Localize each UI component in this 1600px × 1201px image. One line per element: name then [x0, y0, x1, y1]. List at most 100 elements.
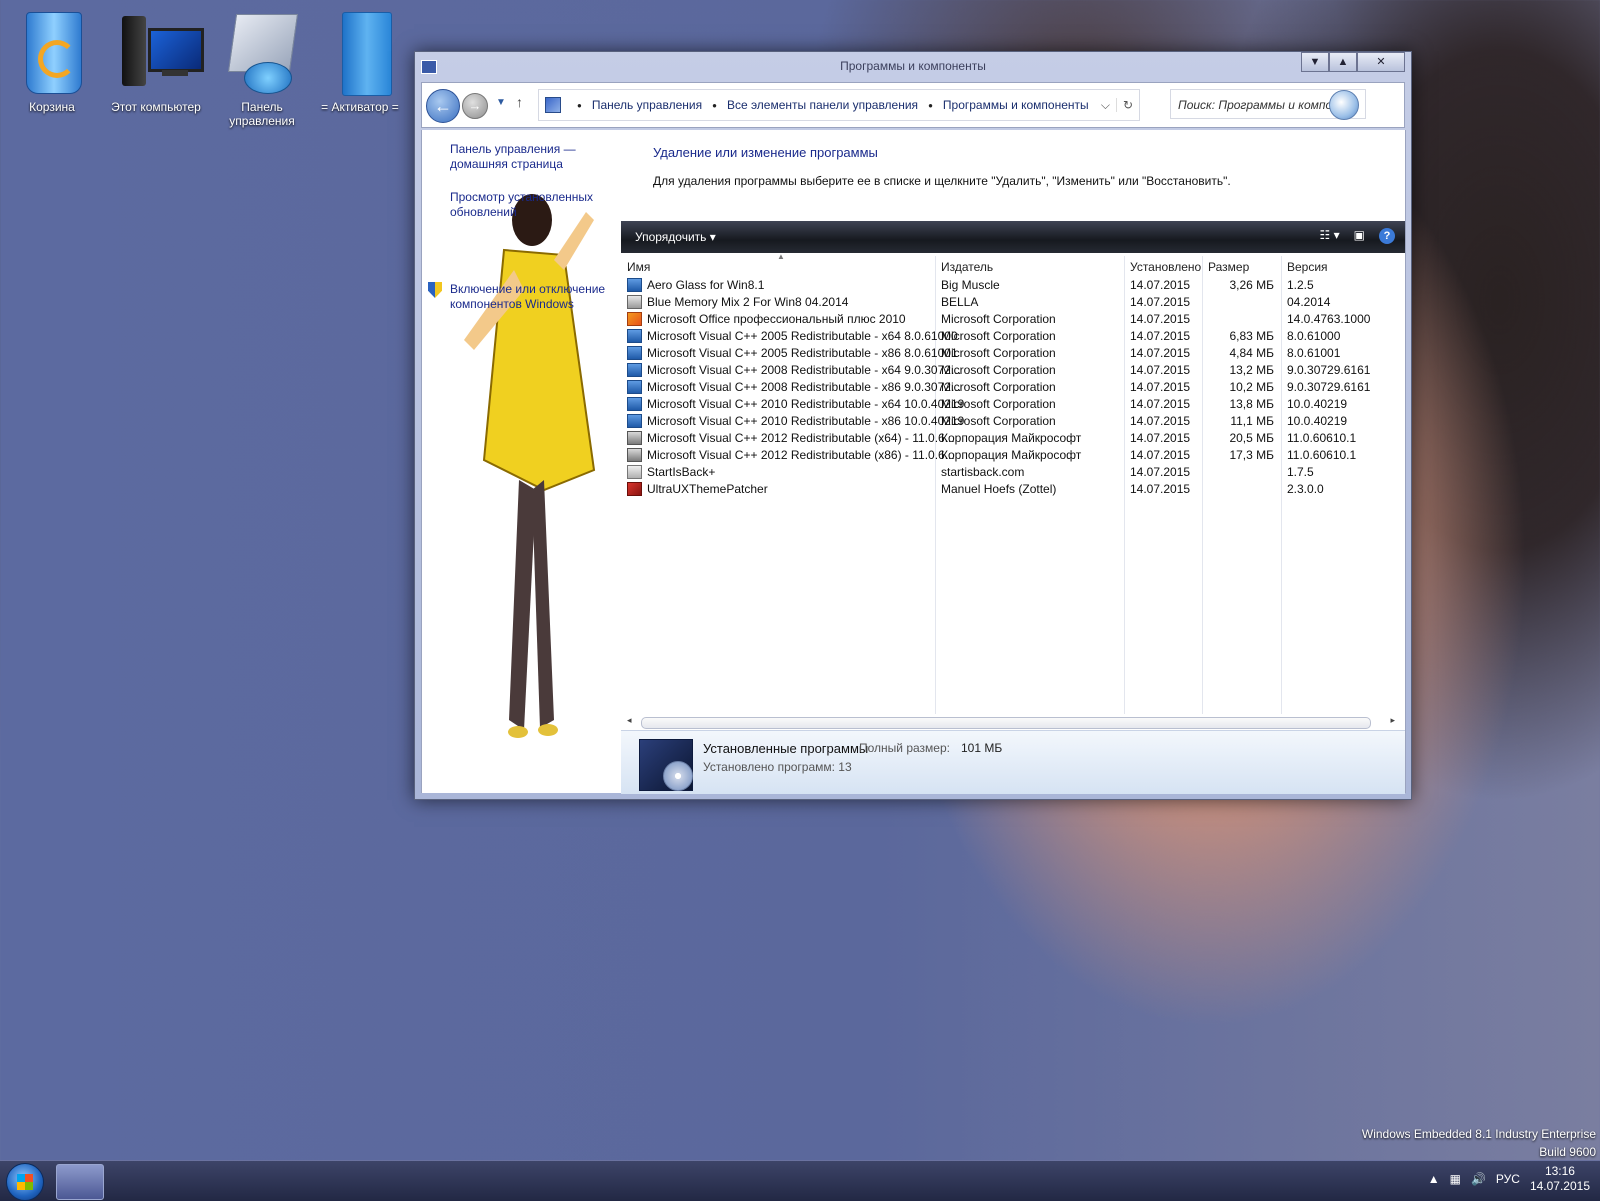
title-bar[interactable]: Программы и компоненты ▼ ▲ ✕ — [415, 52, 1411, 80]
table-row[interactable]: Aero Glass for Win8.1 Big Muscle 14.07.201… — [621, 277, 1405, 294]
program-name: Microsoft Visual C++ 2008 Redistributabl… — [647, 363, 961, 377]
computer-icon — [118, 6, 204, 98]
column-header-installed[interactable]: Установлено — [1130, 260, 1201, 274]
column-header-name[interactable]: Имя — [627, 260, 650, 274]
table-row[interactable]: Microsoft Visual C++ 2008 Redistributabl… — [621, 379, 1405, 396]
back-button[interactable]: ← — [426, 89, 460, 123]
sidebar-link-installed-updates[interactable]: Просмотр установленных обновлений — [450, 190, 615, 220]
program-icon — [627, 414, 642, 428]
control-panel-icon — [224, 6, 300, 98]
volume-icon[interactable]: 🔊 — [1471, 1172, 1486, 1186]
help-icon[interactable]: ? — [1379, 228, 1395, 244]
preview-pane-icon[interactable]: ▣ — [1354, 228, 1365, 244]
details-total-label: Полный размер: — [859, 741, 950, 755]
desktop-icon-label: Корзина — [29, 100, 75, 114]
program-installed: 14.07.2015 — [1130, 431, 1191, 445]
office-icon — [627, 312, 642, 326]
clock-time: 13:16 — [1544, 1164, 1575, 1178]
program-installed: 14.07.2015 — [1130, 295, 1191, 309]
program-size: 13,2 МБ — [1229, 363, 1274, 377]
chevron-down-icon[interactable]: ⌵ — [1101, 98, 1110, 113]
clock[interactable]: 13:16 14.07.2015 — [1530, 1164, 1590, 1194]
table-row[interactable]: Microsoft Visual C++ 2010 Redistributabl… — [621, 396, 1405, 413]
table-row[interactable]: Microsoft Office профессиональный плюс 2… — [621, 311, 1405, 328]
table-row[interactable]: Microsoft Visual C++ 2010 Redistributabl… — [621, 413, 1405, 430]
desktop-icon-computer[interactable]: Этот компьютер — [106, 6, 206, 114]
column-header-version[interactable]: Версия — [1287, 260, 1328, 274]
desktop-icon-control-panel[interactable]: Панель управления — [212, 6, 312, 128]
arrow-right-icon: → — [468, 98, 482, 113]
left-task-pane: Панель управления — домашняя страница Пр… — [421, 130, 622, 793]
program-name: StartIsBack+ — [647, 465, 716, 479]
program-installed: 14.07.2015 — [1130, 414, 1191, 428]
details-title: Установленные программы — [703, 741, 869, 756]
details-pane: Установленные программы Полный размер: 1… — [621, 730, 1405, 794]
address-bar[interactable]: ● Панель управления ● Все элементы панел… — [538, 89, 1140, 121]
search-input[interactable]: Поиск: Программы и компо... — [1170, 89, 1366, 120]
program-icon — [627, 295, 642, 309]
close-button[interactable]: ✕ — [1357, 52, 1405, 72]
breadcrumb-item[interactable]: Программы и компоненты — [943, 98, 1089, 112]
program-publisher: Корпорация Майкрософт — [941, 448, 1082, 462]
search-icon[interactable] — [1329, 90, 1359, 120]
organize-button[interactable]: Упорядочить ▾ — [635, 230, 716, 244]
forward-button[interactable]: → — [462, 93, 488, 119]
scrollbar-thumb[interactable] — [641, 717, 1371, 729]
taskbar-item-control-panel[interactable] — [56, 1164, 104, 1200]
recycle-bin-icon — [14, 6, 90, 98]
table-row[interactable]: Microsoft Visual C++ 2012 Redistributabl… — [621, 430, 1405, 447]
desktop-icon-activator-folder[interactable]: = Активатор = — [310, 6, 410, 114]
program-installed: 14.07.2015 — [1130, 448, 1191, 462]
sidebar-link-windows-features[interactable]: Включение или отключение компонентов Win… — [450, 282, 615, 312]
program-installed: 14.07.2015 — [1130, 482, 1191, 496]
table-row[interactable]: StartIsBack+ startisback.com 14.07.2015 1.7… — [621, 464, 1405, 481]
os-edition: Windows Embedded 8.1 Industry Enterprise — [1361, 1127, 1596, 1141]
table-row[interactable]: Blue Memory Mix 2 For Win8 04.2014 BELLA 1… — [621, 294, 1405, 311]
language-indicator[interactable]: РУС — [1496, 1172, 1520, 1186]
table-row[interactable]: UltraUXThemePatcher Manuel Hoefs (Zottel)… — [621, 481, 1405, 498]
program-icon — [627, 363, 642, 377]
scroll-left-icon[interactable]: ◂ — [627, 715, 632, 726]
program-publisher: startisback.com — [941, 465, 1025, 479]
desktop-icon-label: = Активатор = — [321, 100, 399, 114]
details-total-value: 101 МБ — [961, 741, 1003, 755]
breadcrumb-item[interactable]: Все элементы панели управления — [727, 98, 918, 112]
sidebar-link-control-panel-home[interactable]: Панель управления — домашняя страница — [450, 142, 615, 172]
scroll-right-icon[interactable]: ▸ — [1390, 715, 1395, 726]
search-placeholder: Поиск: Программы и компо... — [1178, 98, 1343, 112]
show-hidden-icons-icon[interactable]: ▲ — [1428, 1172, 1440, 1186]
arrow-left-icon: ← — [434, 96, 452, 116]
table-row[interactable]: Microsoft Visual C++ 2008 Redistributabl… — [621, 362, 1405, 379]
desktop-icon-recycle-bin[interactable]: Корзина — [2, 6, 102, 114]
up-button[interactable]: ↑ — [516, 94, 523, 110]
program-icon — [627, 278, 642, 292]
program-installed: 14.07.2015 — [1130, 346, 1191, 360]
network-icon[interactable]: ▦ — [1450, 1172, 1461, 1186]
program-version: 1.7.5 — [1287, 465, 1314, 479]
horizontal-scrollbar[interactable]: ◂ ▸ — [625, 714, 1401, 730]
view-options-icon[interactable]: ☷ ▾ — [1320, 228, 1340, 244]
table-row[interactable]: Microsoft Visual C++ 2005 Redistributabl… — [621, 328, 1405, 345]
minimize-button[interactable]: ▼ — [1301, 52, 1329, 72]
program-version: 9.0.30729.6161 — [1287, 380, 1371, 394]
program-version: 2.3.0.0 — [1287, 482, 1324, 496]
table-row[interactable]: Microsoft Visual C++ 2012 Redistributabl… — [621, 447, 1405, 464]
program-version: 10.0.40219 — [1287, 397, 1348, 411]
program-name: Microsoft Visual C++ 2005 Redistributabl… — [647, 346, 958, 360]
program-installed: 14.07.2015 — [1130, 312, 1191, 326]
column-header-publisher[interactable]: Издатель — [941, 260, 993, 274]
breadcrumb-separator: ● — [577, 100, 582, 110]
program-publisher: Microsoft Corporation — [941, 312, 1056, 326]
column-header-size[interactable]: Размер — [1208, 260, 1249, 274]
refresh-icon[interactable]: ↻ — [1116, 98, 1139, 112]
start-button[interactable] — [6, 1163, 44, 1201]
table-row[interactable]: Microsoft Visual C++ 2005 Redistributabl… — [621, 345, 1405, 362]
program-publisher: Microsoft Corporation — [941, 397, 1056, 411]
program-icon — [627, 329, 642, 343]
column-headers: Имя ▲ Издатель Установлено Размер Версия — [621, 252, 1405, 276]
recent-locations-dropdown[interactable]: ▼ — [496, 97, 506, 108]
maximize-button[interactable]: ▲ — [1329, 52, 1357, 72]
breadcrumb-item[interactable]: Панель управления — [592, 98, 702, 112]
program-publisher: Microsoft Corporation — [941, 363, 1056, 377]
control-panel-small-icon — [545, 97, 561, 113]
